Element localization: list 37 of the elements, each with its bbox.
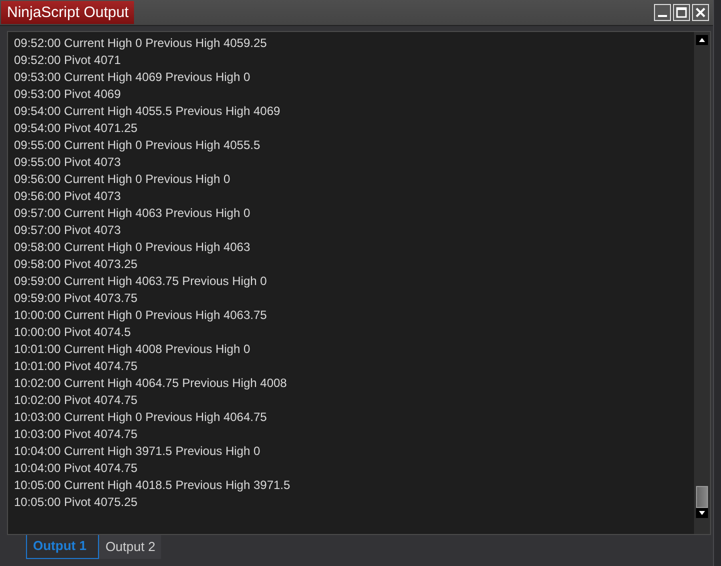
output-line: 09:57:00 Current High 4063 Previous High 0 [14, 205, 252, 222]
scroll-down-icon[interactable] [696, 508, 708, 518]
output-line: 09:59:00 Current High 4063.75 Previous High 0 [14, 273, 268, 290]
close-icon[interactable] [692, 4, 709, 21]
output-line: 10:02:00 Pivot 4074.75 [14, 392, 138, 409]
output-line: 09:54:00 Pivot 4071.25 [14, 120, 138, 137]
window-title: NinjaScript Output [1, 1, 134, 24]
output-line: 10:05:00 Current High 4018.5 Previous High 3971.5 [14, 477, 292, 494]
output-line: 10:03:00 Pivot 4074.75 [14, 426, 138, 443]
output-line: 09:53:00 Pivot 4069 [14, 86, 122, 103]
output-line: 10:02:00 Current High 4064.75 Previous High 4008 [14, 375, 288, 392]
output-line: 09:52:00 Current High 0 Previous High 4059.25 [14, 35, 268, 52]
output-line: 09:59:00 Pivot 4073.75 [14, 290, 138, 307]
output-line: 09:56:00 Pivot 4073 [14, 188, 122, 205]
output-line: 09:56:00 Current High 0 Previous High 0 [14, 171, 232, 188]
output-line: 09:54:00 Current High 4055.5 Previous High 4069 [14, 103, 282, 120]
scrollbar[interactable] [694, 32, 710, 534]
output-line: 10:00:00 Pivot 4074.5 [14, 324, 132, 341]
output-line: 09:55:00 Pivot 4073 [14, 154, 122, 171]
output-line: 10:04:00 Current High 3971.5 Previous High 0 [14, 443, 262, 460]
output-line: 09:58:00 Pivot 4073.25 [14, 256, 138, 273]
output-line: 10:03:00 Current High 0 Previous High 4064.75 [14, 409, 268, 426]
output-line: 09:58:00 Current High 0 Previous High 4063 [14, 239, 252, 256]
maximize-icon[interactable] [673, 4, 690, 21]
output-line: 10:00:00 Current High 0 Previous High 4063.75 [14, 307, 268, 324]
output-line: 09:53:00 Current High 4069 Previous High 0 [14, 69, 252, 86]
scroll-up-icon[interactable] [696, 35, 708, 45]
output-line: 10:01:00 Current High 4008 Previous High 0 [14, 341, 252, 358]
output-line: 10:04:00 Pivot 4074.75 [14, 460, 138, 477]
scroll-thumb[interactable] [696, 486, 708, 508]
output-line: 10:05:00 Pivot 4075.25 [14, 494, 138, 511]
output-tab[interactable]: Output 2 [99, 535, 162, 559]
output-line: 09:52:00 Pivot 4071 [14, 52, 122, 69]
output-line: 09:55:00 Current High 0 Previous High 4055.5 [14, 137, 262, 154]
minimize-icon[interactable] [654, 4, 671, 21]
output-line: 10:01:00 Pivot 4074.75 [14, 358, 138, 375]
output-line: 09:57:00 Pivot 4073 [14, 222, 122, 239]
